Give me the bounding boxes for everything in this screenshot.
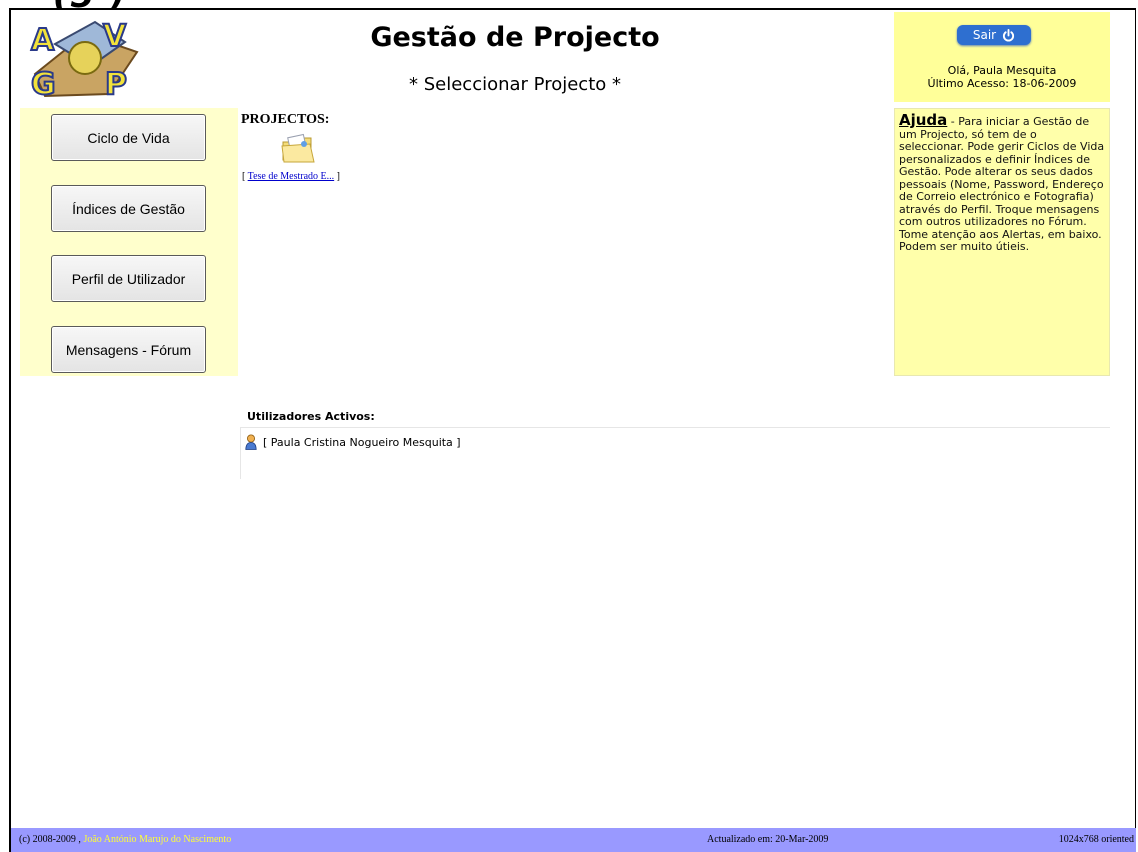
avgp-logo[interactable]: A V G P bbox=[25, 14, 145, 103]
user-icon bbox=[245, 434, 257, 450]
project-link[interactable]: Tese de Mestrado E... bbox=[248, 171, 335, 182]
sidebar-item-ciclo-de-vida[interactable]: Ciclo de Vida bbox=[51, 114, 206, 161]
user-panel: Sair Olá, Paula Mesquita Último Acesso: … bbox=[894, 12, 1110, 102]
projects-heading: PROJECTOS: bbox=[241, 112, 330, 127]
active-users-panel: [ Paula Cristina Nogueiro Mesquita ] bbox=[240, 427, 1110, 479]
page-title: Gestão de Projecto bbox=[370, 22, 660, 53]
logout-button[interactable]: Sair bbox=[957, 25, 1031, 45]
footer: (c) 2008-2009 , João António Marujo do N… bbox=[11, 828, 1136, 852]
footer-copyright: (c) 2008-2009 , João António Marujo do N… bbox=[19, 834, 231, 845]
footer-updated: Actualizado em: 20-Mar-2009 bbox=[707, 834, 829, 845]
folder-icon[interactable] bbox=[280, 132, 316, 166]
active-users-heading: Utilizadores Activos: bbox=[247, 410, 375, 423]
active-user-item[interactable]: [ Paula Cristina Nogueiro Mesquita ] bbox=[245, 434, 461, 450]
logout-label: Sair bbox=[972, 28, 997, 42]
page-subtitle: * Seleccionar Projecto * bbox=[409, 74, 621, 95]
help-panel: Ajuda - Para iniciar a Gestão de um Proj… bbox=[894, 108, 1110, 376]
svg-text:G: G bbox=[31, 67, 56, 100]
copyright-text: (c) 2008-2009 , bbox=[19, 834, 81, 845]
top-cut-text: _ (5 ) bbox=[20, 0, 127, 8]
project-item: [ Tese de Mestrado E... ] bbox=[242, 171, 340, 182]
sidebar: Ciclo de Vida Índices de Gestão Perfil d… bbox=[20, 108, 238, 376]
sidebar-item-indices-de-gestao[interactable]: Índices de Gestão bbox=[51, 185, 206, 232]
sidebar-item-perfil-de-utilizador[interactable]: Perfil de Utilizador bbox=[51, 255, 206, 302]
svg-text:P: P bbox=[105, 67, 127, 100]
user-greeting: Olá, Paula Mesquita bbox=[947, 64, 1057, 77]
bracket-close: ] bbox=[334, 171, 340, 182]
active-user-name: [ Paula Cristina Nogueiro Mesquita ] bbox=[263, 435, 461, 449]
help-text: - Para iniciar a Gestão de um Projecto, … bbox=[899, 115, 1105, 253]
last-access: Último Acesso: 18-06-2009 bbox=[927, 77, 1077, 90]
footer-resolution: 1024x768 oriented bbox=[1058, 834, 1134, 845]
sidebar-item-mensagens-forum[interactable]: Mensagens - Fórum bbox=[51, 326, 206, 373]
svg-text:V: V bbox=[103, 19, 127, 54]
svg-text:A: A bbox=[31, 23, 55, 58]
power-icon bbox=[1003, 28, 1015, 41]
author-link[interactable]: João António Marujo do Nascimento bbox=[83, 834, 231, 845]
help-title: Ajuda bbox=[899, 111, 948, 129]
